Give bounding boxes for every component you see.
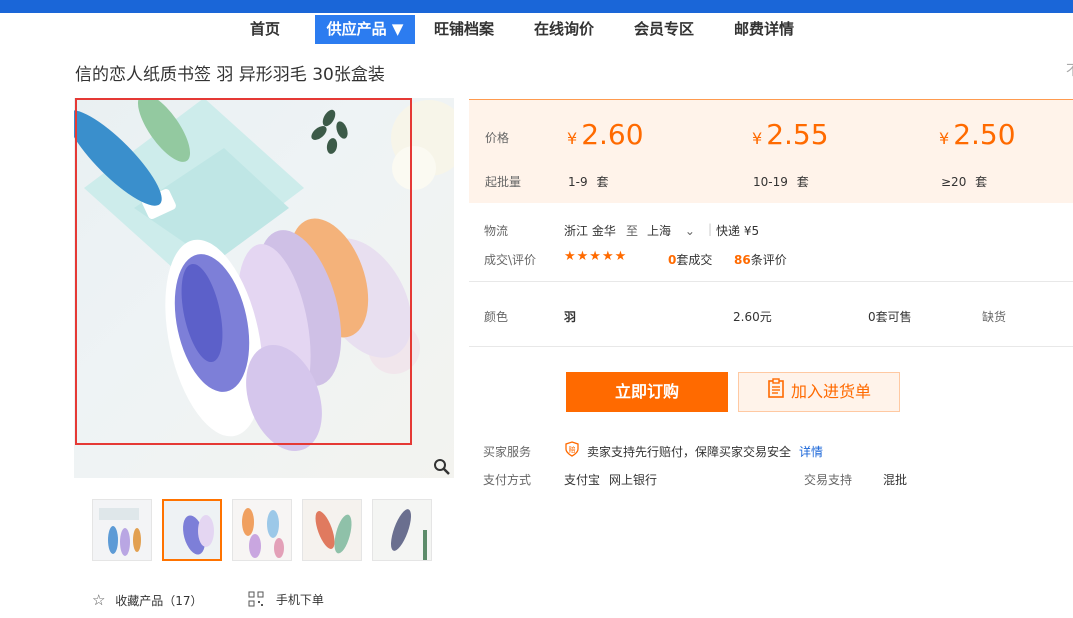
variant-available: 0套可售 <box>868 310 912 324</box>
nav-members[interactable]: 会员专区 <box>628 15 700 44</box>
buy-now-button[interactable]: 立即订购 <box>566 372 728 412</box>
nav-shipping[interactable]: 邮费详情 <box>728 15 800 44</box>
logistics-destination-select[interactable]: 上海 ⌄ <box>647 222 695 239</box>
price-tier-1: ¥2.60 <box>567 118 644 151</box>
thumbnail-2[interactable] <box>162 499 222 561</box>
qty-tier-3: ≥20 套 <box>941 175 988 189</box>
star-outline-icon: ☆ <box>92 591 106 609</box>
payment-method-alipay: 支付宝 <box>564 473 601 487</box>
service-details-link[interactable]: 详情 <box>799 443 823 460</box>
qr-code-icon <box>248 591 264 610</box>
price-panel: 价格 起批量 ¥2.60 ¥2.55 ¥2.50 1-9 套 10-19 套 ≥… <box>469 99 1073 203</box>
shipping-fee: 快递 ¥5 <box>716 224 760 238</box>
logistics-from: 浙江 金华 <box>564 224 616 238</box>
divider <box>469 346 1073 347</box>
favorite-product[interactable]: ☆ 收藏产品（17） <box>92 591 203 609</box>
payment-method-bank: 网上银行 <box>609 473 658 487</box>
main-product-image[interactable] <box>74 98 454 478</box>
color-label: 颜色 <box>484 310 509 324</box>
nav-shop-profile[interactable]: 旺铺档案 <box>428 15 500 44</box>
price-tier-2: ¥2.55 <box>752 118 829 151</box>
main-nav: 首页 供应产品 ▼ 旺铺档案 在线询价 会员专区 邮费详情 <box>0 13 1073 44</box>
review-count[interactable]: 86条评价 <box>734 251 787 268</box>
chevron-down-icon: ⌄ <box>684 224 695 238</box>
clipboard-icon <box>767 374 785 412</box>
payment-label: 支付方式 <box>483 473 532 487</box>
thumbnail-5[interactable] <box>372 499 432 561</box>
trade-support-value: 混批 <box>883 473 908 487</box>
variant-status: 缺货 <box>982 310 1007 324</box>
qty-tier-1: 1-9 套 <box>568 175 609 189</box>
mobile-order-label: 手机下单 <box>275 593 324 607</box>
separator: | <box>708 222 713 236</box>
variant-name[interactable]: 羽 <box>564 308 576 325</box>
clipped-edge-text: 不 <box>1066 60 1073 80</box>
service-label: 买家服务 <box>483 445 532 459</box>
service-text: 卖家支持先行赔付，保障买家交易安全 <box>587 445 792 459</box>
nav-products[interactable]: 供应产品 ▼ <box>315 15 415 44</box>
variant-price: 2.60元 <box>733 310 772 324</box>
deals-label: 成交\评价 <box>484 253 537 267</box>
add-to-cart-button[interactable]: 加入进货单 <box>738 372 900 412</box>
deal-count[interactable]: 0套成交 <box>668 251 712 268</box>
thumbnail-4[interactable] <box>302 499 362 561</box>
favorite-label: 收藏产品（17） <box>115 594 203 608</box>
svg-text:赔: 赔 <box>569 445 576 454</box>
trade-support-label: 交易支持 <box>804 473 853 487</box>
qty-tier-2: 10-19 套 <box>753 175 809 189</box>
logistics-label: 物流 <box>484 224 509 238</box>
nav-inquiry[interactable]: 在线询价 <box>528 15 600 44</box>
divider <box>469 281 1073 282</box>
rating-stars: ★★★★★ <box>564 249 628 264</box>
thumbnail-1[interactable] <box>92 499 152 561</box>
top-blue-bar <box>0 0 1073 13</box>
add-to-cart-label: 加入进货单 <box>790 382 871 401</box>
product-title: 信的恋人纸质书签 羽 异形羽毛 30张盒装 <box>75 65 385 85</box>
price-label: 价格 <box>485 131 510 145</box>
price-tier-3: ¥2.50 <box>939 118 1016 151</box>
thumbnail-3[interactable] <box>232 499 292 561</box>
guarantee-shield-icon: 赔 <box>564 441 580 460</box>
moq-label: 起批量 <box>485 175 522 189</box>
magnifier-icon[interactable] <box>432 457 452 477</box>
mobile-order[interactable]: 手机下单 <box>248 591 324 610</box>
nav-home[interactable]: 首页 <box>234 15 296 44</box>
logistics-to-word: 至 <box>626 224 639 238</box>
